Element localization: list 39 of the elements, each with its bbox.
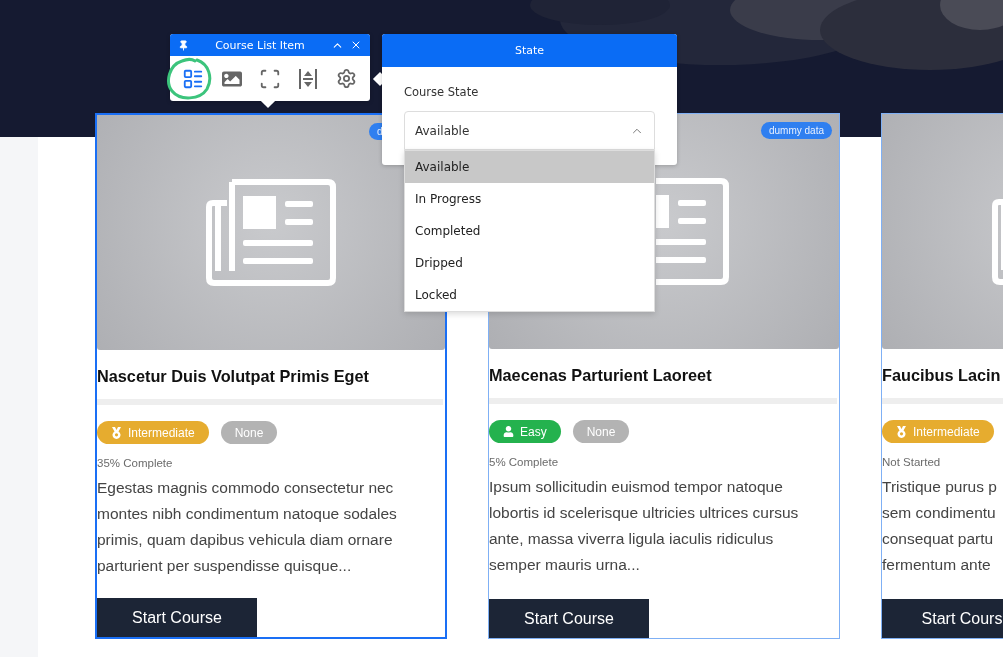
course-title: Faucibus Lacin <box>882 366 1002 385</box>
access-tag: None <box>220 421 278 444</box>
course-description: Ipsum sollicitudin euismod tempor natoque lobortis id scelerisque ultricies ultrices cursus ante, massa viverra ligula iaculis ridiculus semper mauris urna... <box>489 477 800 575</box>
access-tag: None <box>572 420 630 443</box>
progress-text: 5% Complete <box>489 456 560 468</box>
close-icon[interactable] <box>350 39 362 51</box>
course-state-select[interactable]: Available <box>404 111 655 150</box>
state-option[interactable]: Dripped <box>405 247 654 279</box>
state-option[interactable]: Completed <box>405 215 654 247</box>
course-description: Tristique purus p sem condimentu consequat partu fermentum ante <box>882 477 998 575</box>
difficulty-label: Intermediate <box>128 425 195 440</box>
course-description: Egestas magnis commodo consectetur nec montes nibh condimentum natoque sodales primis, quam dapibus vehicula diam ornare parturient per suspendisse quisque... <box>97 478 398 576</box>
state-option[interactable]: Locked <box>405 279 654 311</box>
medal-icon <box>111 426 122 439</box>
difficulty-label: Easy <box>520 424 547 439</box>
person-icon <box>503 426 514 437</box>
progress-text: 35% Complete <box>97 457 174 469</box>
select-value: Available <box>415 123 470 138</box>
list-icon <box>182 67 205 90</box>
state-panel-title: State <box>382 34 677 67</box>
newspaper-icon <box>206 179 336 286</box>
frame-icon <box>258 67 281 90</box>
start-course-button[interactable]: Start Course <box>97 598 257 637</box>
course-card[interactable]: Faucibus Lacin Intermediate Not Started Tristique purus p sem condimentu consequat partu fermentum ante Start Cours <box>881 113 1003 639</box>
state-option[interactable]: Available <box>405 151 654 183</box>
difficulty-label: Intermediate <box>913 424 980 439</box>
spacing-icon <box>298 67 319 90</box>
course-title: Maecenas Parturient Laoreet <box>489 366 713 385</box>
start-course-button[interactable]: Start Course <box>489 599 649 638</box>
state-option[interactable]: In Progress <box>405 183 654 215</box>
pin-icon[interactable] <box>178 39 189 51</box>
progress-text: Not Started <box>882 456 942 468</box>
settings-icon <box>336 68 358 89</box>
course-title: Nascetur Duis Volutpat Primis Eget <box>97 367 371 386</box>
dummy-data-tag: dummy data <box>761 122 833 139</box>
start-course-button[interactable]: Start Cours <box>882 599 1003 638</box>
course-state-label: Course State <box>404 85 480 99</box>
toolbar-title: Course List Item <box>214 38 306 52</box>
medal-icon <box>896 425 907 438</box>
